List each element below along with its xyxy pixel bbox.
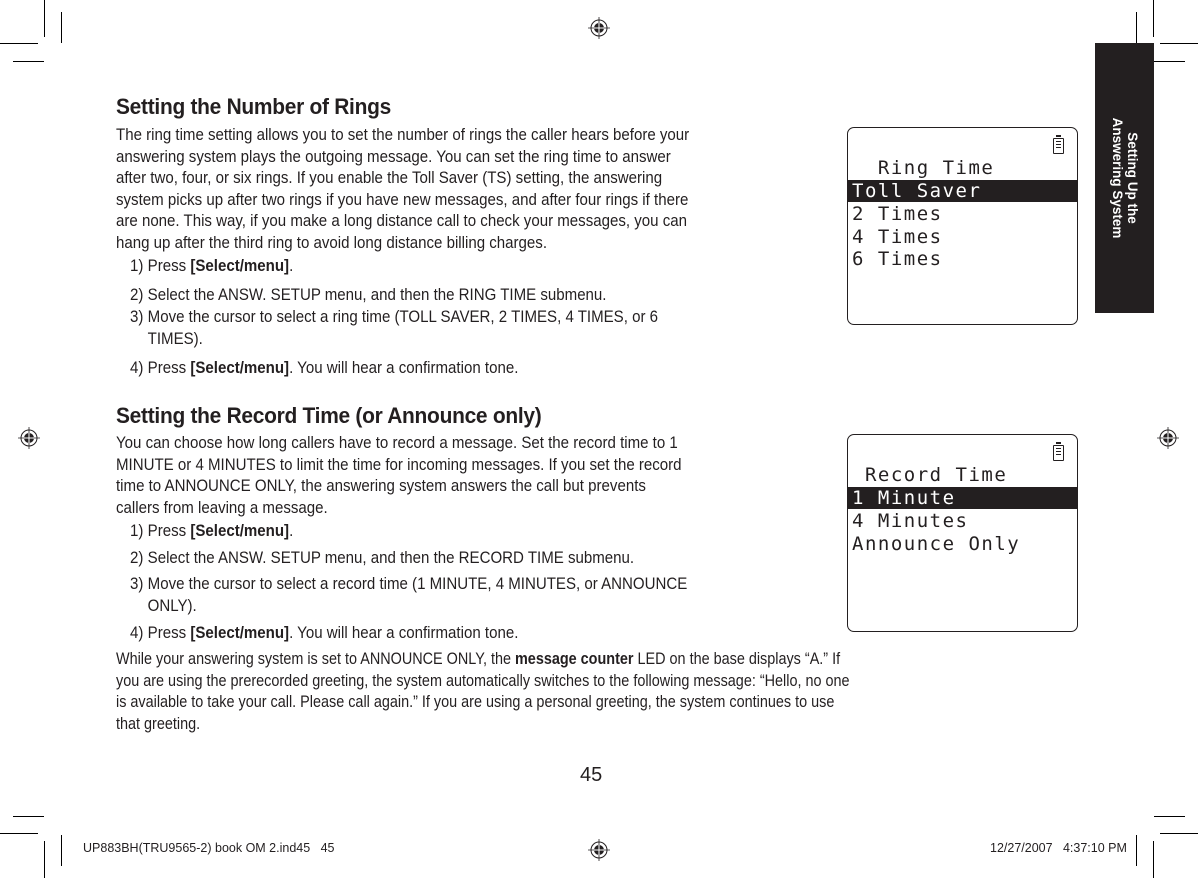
crop-mark xyxy=(1154,61,1185,63)
slug-file-info: UP883BH(TRU9565-2) book OM 2.ind45 45 xyxy=(83,841,335,855)
chapter-tab: Setting Up the Answering System xyxy=(1095,43,1154,313)
text-line: after two, four, or six rings. If you en… xyxy=(116,169,663,187)
text-line: time to ANNOUNCE ONLY, the answering sys… xyxy=(116,477,646,495)
crop-mark xyxy=(1136,835,1138,866)
step-item: 2) Select the ANSW. SETUP menu, and then … xyxy=(130,548,634,570)
key-label: [Select/menu] xyxy=(190,522,290,540)
step-text: . xyxy=(289,522,294,540)
lcd-menu-item-selected[interactable]: Toll Saver xyxy=(848,180,1077,202)
lcd-menu-item-selected[interactable]: 1 Minute xyxy=(848,487,1077,509)
step-text: Select the ANSW. SETUP menu, and then th… xyxy=(147,286,607,304)
crop-mark xyxy=(1153,0,1155,37)
crop-mark xyxy=(0,43,38,45)
lcd-screen-ring-time: Ring Time Toll Saver 2 Times 4 Times 6 T… xyxy=(847,127,1078,325)
lcd-title: Record Time xyxy=(852,464,1008,486)
registration-mark-icon xyxy=(588,839,610,861)
step-text: Press xyxy=(147,257,191,275)
text-line: callers from leaving a message. xyxy=(116,498,328,517)
text-line: that greeting. xyxy=(116,714,201,733)
crop-mark xyxy=(1160,43,1198,45)
step-item: 1) Press [Select/menu]. xyxy=(130,256,293,278)
page-number: 45 xyxy=(580,764,603,786)
step-number: 4) xyxy=(130,624,144,642)
chapter-tab-line1: Setting Up the xyxy=(1124,132,1140,224)
crop-mark xyxy=(1136,12,1138,43)
step-text: . You will hear a confirmation tone. xyxy=(289,624,519,642)
step-item: 3) Move the cursor to select a ring time … xyxy=(130,307,658,350)
chapter-tab-label: Setting Up the Answering System xyxy=(1110,118,1140,239)
step-item: 3) Move the cursor to select a record tim… xyxy=(130,574,687,617)
lcd-menu-item[interactable]: 2 Times xyxy=(848,203,1077,225)
crop-mark xyxy=(44,841,46,878)
crop-mark xyxy=(61,835,63,866)
step-text: Move the cursor to select a record time … xyxy=(147,575,688,593)
step-number: 1) xyxy=(130,257,144,275)
step-number: 2) xyxy=(130,286,144,304)
step-item: 4) Press [Select/menu]. You will hear a c… xyxy=(130,358,518,380)
section-heading-number-of-rings: Setting the Number of Rings xyxy=(116,94,391,119)
step-number: 1) xyxy=(130,522,144,540)
lcd-title: Ring Time xyxy=(852,157,995,179)
registration-mark-icon xyxy=(588,17,610,39)
step-text: Press xyxy=(147,522,191,540)
text-line: MINUTE or 4 MINUTES to limit the time fo… xyxy=(116,455,682,474)
crop-mark xyxy=(61,12,63,43)
crop-mark xyxy=(1160,833,1198,835)
lcd-menu-item[interactable]: 4 Times xyxy=(848,226,1077,248)
text-line: is available to take your call. Please c… xyxy=(116,693,835,711)
registration-mark-icon xyxy=(1157,427,1179,449)
crop-mark xyxy=(1154,816,1185,818)
registration-mark-icon xyxy=(18,427,40,449)
step-text: . xyxy=(289,257,294,275)
key-label: [Select/menu] xyxy=(190,624,290,642)
chapter-tab-line2: Answering System xyxy=(1109,117,1125,239)
section-intro-number-of-rings: The ring time setting allows you to set … xyxy=(116,125,689,254)
text-span: LED on the base displays “A.” If xyxy=(633,650,841,668)
crop-mark xyxy=(0,833,38,835)
text-line: you are using the prerecorded greeting, … xyxy=(116,671,850,690)
key-label: [Select/menu] xyxy=(190,359,290,377)
lcd-menu-item[interactable]: Announce Only xyxy=(848,533,1077,555)
step-number: 3) xyxy=(130,308,144,326)
lcd-screen-record-time: Record Time 1 Minute 4 Minutes Announce … xyxy=(847,434,1078,632)
text-line: system picks up after two rings if you h… xyxy=(116,190,689,209)
text-line: The ring time setting allows you to set … xyxy=(116,126,690,144)
battery-icon xyxy=(1053,135,1064,154)
text-span: While your answering system is set to AN… xyxy=(116,650,515,668)
text-line: You can choose how long callers have to … xyxy=(116,434,678,452)
text-line: hang up after the third ring to avoid lo… xyxy=(116,233,548,252)
step-text: Press xyxy=(147,359,191,377)
step-item: 2) Select the ANSW. SETUP menu, and then … xyxy=(130,285,606,307)
step-text-continued: TIMES). xyxy=(147,329,203,348)
text-line: are none. This way, if you make a long d… xyxy=(116,212,687,230)
section-heading-record-time: Setting the Record Time (or Announce onl… xyxy=(116,403,542,428)
battery-icon xyxy=(1053,442,1064,461)
lcd-menu-item[interactable]: 6 Times xyxy=(848,248,1077,270)
step-number: 4) xyxy=(130,359,144,377)
key-label: [Select/menu] xyxy=(190,257,290,275)
closing-paragraph: While your answering system is set to AN… xyxy=(116,649,850,735)
step-item: 4) Press [Select/menu]. You will hear a c… xyxy=(130,623,518,645)
step-number: 2) xyxy=(130,549,144,567)
led-name: message counter xyxy=(514,650,634,668)
step-text: . You will hear a confirmation tone. xyxy=(289,359,519,377)
crop-mark xyxy=(13,61,44,63)
step-text-continued: ONLY). xyxy=(147,596,197,615)
crop-mark xyxy=(44,0,46,37)
section-intro-record-time: You can choose how long callers have to … xyxy=(116,433,682,519)
step-item: 1) Press [Select/menu]. xyxy=(130,521,293,543)
crop-mark xyxy=(1153,841,1155,878)
step-number: 3) xyxy=(130,575,144,593)
slug-datetime: 12/27/2007 4:37:10 PM xyxy=(990,841,1127,855)
crop-mark xyxy=(13,816,44,818)
step-text: Select the ANSW. SETUP menu, and then th… xyxy=(147,549,635,567)
lcd-menu-item[interactable]: 4 Minutes xyxy=(848,510,1077,532)
text-line: answering system plays the outgoing mess… xyxy=(116,147,671,166)
step-text: Press xyxy=(147,624,191,642)
text-line: While your answering system is set to AN… xyxy=(116,649,850,671)
step-text: Move the cursor to select a ring time (T… xyxy=(147,308,659,326)
